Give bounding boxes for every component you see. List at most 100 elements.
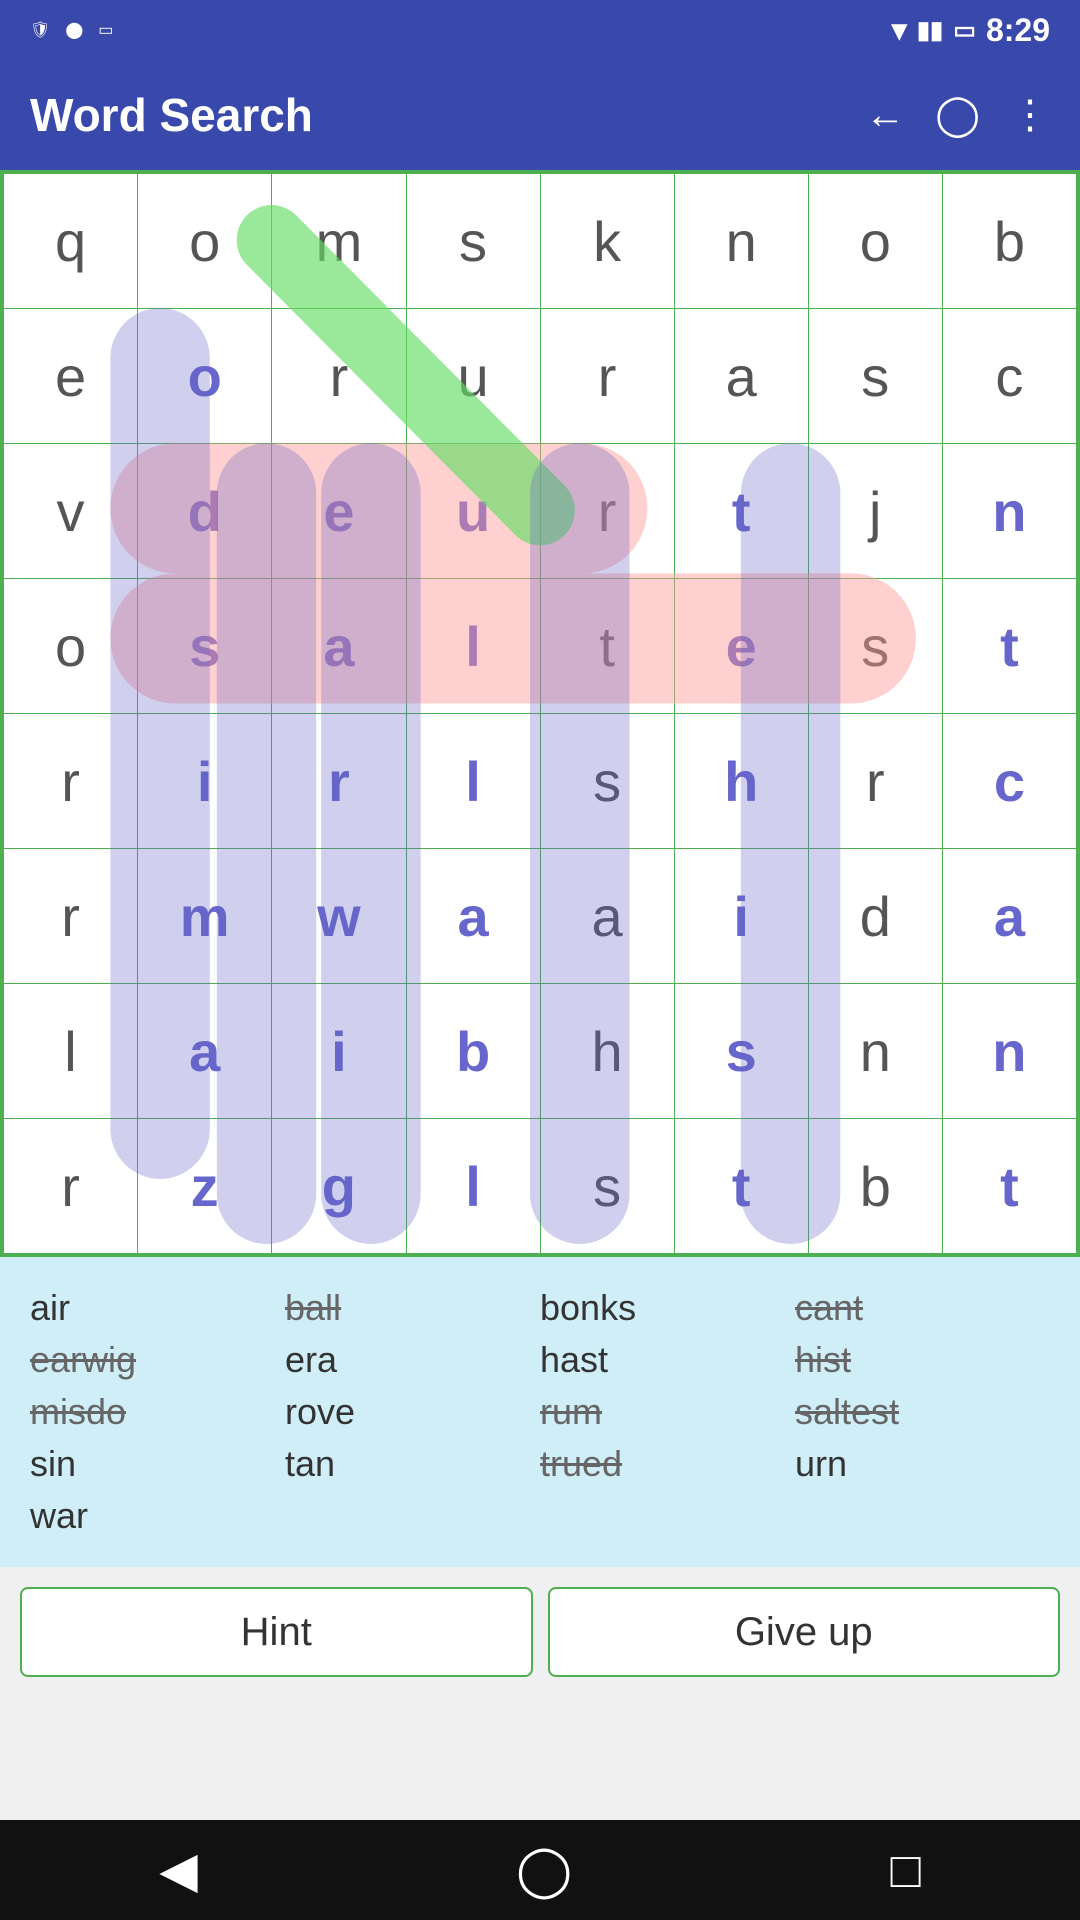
grid-cell[interactable]: h bbox=[674, 714, 808, 849]
grid-cell[interactable]: s bbox=[808, 579, 942, 714]
grid-cell[interactable]: o bbox=[138, 309, 272, 444]
grid-cell[interactable]: s bbox=[674, 984, 808, 1119]
grid-cell[interactable]: s bbox=[540, 714, 674, 849]
word-item: urn bbox=[795, 1443, 1050, 1485]
grid-cell[interactable]: h bbox=[540, 984, 674, 1119]
sim-icon: ▭ bbox=[98, 20, 113, 40]
words-grid: airballbonkscantearwigerahasthistmisdoro… bbox=[30, 1287, 1050, 1537]
grid-cell[interactable]: t bbox=[942, 1119, 1076, 1254]
grid-cell[interactable]: u bbox=[406, 444, 540, 579]
grid-cell[interactable]: o bbox=[4, 579, 138, 714]
app-bar: Word Search ← ◯ ⋮ bbox=[0, 60, 1080, 170]
grid-cell[interactable]: s bbox=[808, 309, 942, 444]
word-item: trued bbox=[540, 1443, 795, 1485]
help-icon[interactable]: ◯ bbox=[935, 92, 980, 138]
grid-cell[interactable]: o bbox=[138, 174, 272, 309]
grid-cell[interactable]: d bbox=[138, 444, 272, 579]
grid-cell[interactable]: d bbox=[808, 849, 942, 984]
app-bar-icons: ← ◯ ⋮ bbox=[865, 92, 1050, 138]
grid-cell[interactable]: i bbox=[272, 984, 406, 1119]
time-display: 8:29 bbox=[986, 12, 1050, 49]
home-nav-icon[interactable]: ◯ bbox=[516, 1841, 572, 1899]
grid-cell[interactable]: i bbox=[138, 714, 272, 849]
grid-cell[interactable]: r bbox=[4, 1119, 138, 1254]
grid-cell[interactable]: n bbox=[674, 174, 808, 309]
grid-cell[interactable]: m bbox=[272, 174, 406, 309]
grid-cell[interactable]: c bbox=[942, 309, 1076, 444]
grid-cell[interactable]: s bbox=[540, 1119, 674, 1254]
grid-cell[interactable]: a bbox=[272, 579, 406, 714]
back-icon[interactable]: ← bbox=[865, 93, 905, 138]
wifi-icon: ▾ bbox=[892, 13, 907, 48]
grid-table: qomsknobeorurascvdeurtjnosaltestrirlshrc… bbox=[3, 173, 1077, 1254]
word-item: war bbox=[30, 1495, 285, 1537]
grid-cell[interactable]: r bbox=[808, 714, 942, 849]
grid-cell[interactable]: g bbox=[272, 1119, 406, 1254]
shield-icon: 🛡 bbox=[30, 20, 50, 40]
grid-cell[interactable]: l bbox=[406, 579, 540, 714]
giveup-button[interactable]: Give up bbox=[548, 1587, 1061, 1677]
grid-cell[interactable]: a bbox=[540, 849, 674, 984]
grid-cell[interactable]: b bbox=[808, 1119, 942, 1254]
grid-cell[interactable]: l bbox=[4, 984, 138, 1119]
word-item: ball bbox=[285, 1287, 540, 1329]
grid-cell[interactable]: t bbox=[942, 579, 1076, 714]
more-icon[interactable]: ⋮ bbox=[1010, 92, 1050, 138]
word-item: air bbox=[30, 1287, 285, 1329]
grid-cell[interactable]: a bbox=[138, 984, 272, 1119]
grid-cell[interactable]: a bbox=[942, 849, 1076, 984]
word-item: tan bbox=[285, 1443, 540, 1485]
recents-nav-icon[interactable]: □ bbox=[891, 1841, 921, 1899]
grid-cell[interactable]: s bbox=[406, 174, 540, 309]
grid-cell[interactable]: j bbox=[808, 444, 942, 579]
grid-cell[interactable]: r bbox=[540, 309, 674, 444]
grid-cell[interactable]: z bbox=[138, 1119, 272, 1254]
grid-cell[interactable]: r bbox=[540, 444, 674, 579]
grid-cell[interactable]: c bbox=[942, 714, 1076, 849]
grid-cell[interactable]: r bbox=[4, 714, 138, 849]
battery-icon: ▭ bbox=[953, 16, 976, 45]
grid-cell[interactable]: n bbox=[942, 444, 1076, 579]
word-item: sin bbox=[30, 1443, 285, 1485]
grid-cell[interactable]: n bbox=[808, 984, 942, 1119]
grid-cell[interactable]: r bbox=[272, 309, 406, 444]
grid-cell[interactable]: a bbox=[406, 849, 540, 984]
word-item: saltest bbox=[795, 1391, 1050, 1433]
back-nav-icon[interactable]: ◀ bbox=[159, 1841, 197, 1899]
grid-cell[interactable]: e bbox=[674, 579, 808, 714]
grid-cell[interactable]: r bbox=[4, 849, 138, 984]
grid-cell[interactable]: n bbox=[942, 984, 1076, 1119]
signal-icon: ▮▮ bbox=[917, 16, 943, 45]
grid-cell[interactable]: b bbox=[942, 174, 1076, 309]
grid-cell[interactable]: l bbox=[406, 714, 540, 849]
grid-cell[interactable]: t bbox=[540, 579, 674, 714]
grid-cell[interactable]: a bbox=[674, 309, 808, 444]
grid-cell[interactable]: e bbox=[272, 444, 406, 579]
words-container: airballbonkscantearwigerahasthistmisdoro… bbox=[0, 1257, 1080, 1567]
grid-cell[interactable]: q bbox=[4, 174, 138, 309]
grid-cell[interactable]: l bbox=[406, 1119, 540, 1254]
grid-cell[interactable]: w bbox=[272, 849, 406, 984]
grid-cell[interactable]: t bbox=[674, 1119, 808, 1254]
circle-icon: ⬤ bbox=[65, 20, 83, 40]
grid-cell[interactable]: v bbox=[4, 444, 138, 579]
grid-cell[interactable]: e bbox=[4, 309, 138, 444]
hint-button[interactable]: Hint bbox=[20, 1587, 533, 1677]
grid-cell[interactable]: m bbox=[138, 849, 272, 984]
status-bar-right: ▾ ▮▮ ▭ 8:29 bbox=[892, 12, 1050, 49]
grid-cell[interactable]: i bbox=[674, 849, 808, 984]
grid-cell[interactable]: t bbox=[674, 444, 808, 579]
status-bar: 🛡 ⬤ ▭ ▾ ▮▮ ▭ 8:29 bbox=[0, 0, 1080, 60]
word-search-grid[interactable]: qomsknobeorurascvdeurtjnosaltestrirlshrc… bbox=[0, 170, 1080, 1257]
status-bar-left: 🛡 ⬤ ▭ bbox=[30, 20, 113, 40]
word-item: rum bbox=[540, 1391, 795, 1433]
grid-cell[interactable]: s bbox=[138, 579, 272, 714]
word-item: hist bbox=[795, 1339, 1050, 1381]
grid-cell[interactable]: r bbox=[272, 714, 406, 849]
grid-cell[interactable]: b bbox=[406, 984, 540, 1119]
word-item: hast bbox=[540, 1339, 795, 1381]
grid-cell[interactable]: o bbox=[808, 174, 942, 309]
word-item: cant bbox=[795, 1287, 1050, 1329]
grid-cell[interactable]: u bbox=[406, 309, 540, 444]
grid-cell[interactable]: k bbox=[540, 174, 674, 309]
